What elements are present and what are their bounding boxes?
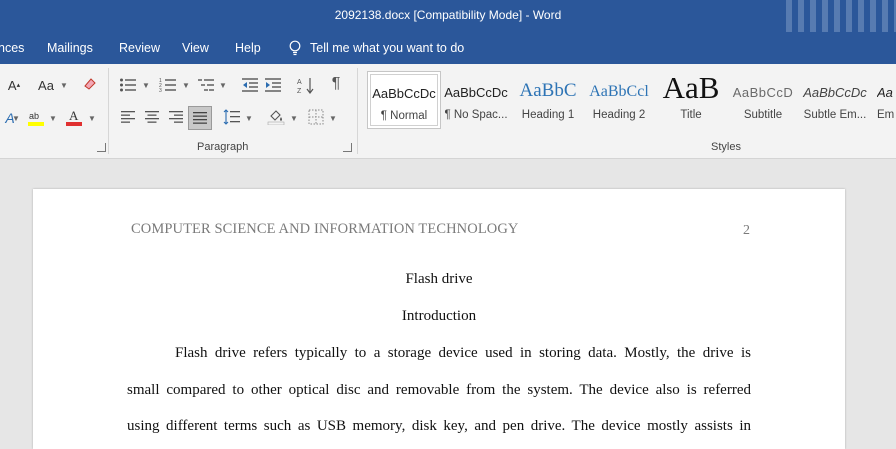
paragraph-group-label: Paragraph xyxy=(197,141,249,153)
body-line: using different terms such as USB memory… xyxy=(127,418,751,434)
multilevel-list-icon[interactable] xyxy=(196,76,216,94)
style-name: ¶ Normal xyxy=(380,110,428,122)
increase-indent-icon[interactable] xyxy=(263,76,283,94)
ribbon-tabs: nces Mailings Review View Help Tell me w… xyxy=(0,32,896,64)
chevron-down-icon[interactable]: ▼ xyxy=(142,81,150,90)
document-area[interactable]: COMPUTER SCIENCE AND INFORMATION TECHNOL… xyxy=(0,159,896,449)
style-name: Title xyxy=(680,109,702,121)
document-page[interactable]: COMPUTER SCIENCE AND INFORMATION TECHNOL… xyxy=(33,189,845,449)
chevron-down-icon[interactable]: ▼ xyxy=(88,114,96,123)
chevron-down-icon[interactable]: ▼ xyxy=(329,114,337,123)
section-heading: Introduction xyxy=(401,308,477,324)
style-preview: AaBbC xyxy=(519,80,577,101)
paragraph-dialog-launcher[interactable] xyxy=(343,143,352,152)
decrease-indent-icon[interactable] xyxy=(240,76,260,94)
chevron-down-icon[interactable]: ▼ xyxy=(12,114,20,123)
style-subtitle[interactable]: AaBbCcD Subtitle xyxy=(727,71,799,127)
align-right-icon[interactable] xyxy=(166,108,186,126)
svg-text:ab: ab xyxy=(29,111,39,121)
lightbulb-icon xyxy=(289,40,301,56)
svg-text:A: A xyxy=(297,79,302,86)
style-preview: AaBbCcl xyxy=(589,83,649,100)
body-line: small compared to other optical disc and… xyxy=(127,382,751,398)
style-subtle-emphasis[interactable]: AaBbCcDc Subtle Em... xyxy=(799,71,871,127)
tell-me-label: Tell me what you want to do xyxy=(310,41,465,55)
page-number: 2 xyxy=(743,223,750,238)
styles-group-label: Styles xyxy=(711,141,741,153)
style-preview: AaBbCcDc xyxy=(444,85,508,100)
chevron-down-icon[interactable]: ▼ xyxy=(245,114,253,123)
style-name: ¶ No Spac... xyxy=(444,109,508,121)
document-title: Flash drive xyxy=(405,271,473,287)
grow-font-button[interactable]: A ▴ xyxy=(4,76,24,94)
style-heading-1[interactable]: AaBbC Heading 1 xyxy=(512,71,584,127)
change-case-button[interactable]: Aa xyxy=(34,76,58,94)
justify-button[interactable] xyxy=(188,106,212,130)
chevron-down-icon[interactable]: ▼ xyxy=(290,114,298,123)
style-heading-2[interactable]: AaBbCcl Heading 2 xyxy=(583,71,655,127)
chevron-down-icon[interactable]: ▼ xyxy=(60,81,68,90)
style-name: Subtitle xyxy=(743,109,783,121)
body-line: Flash drive refers typically to a storag… xyxy=(175,345,751,361)
sort-icon[interactable]: AZ xyxy=(296,76,316,94)
borders-icon[interactable] xyxy=(306,108,326,126)
align-center-icon[interactable] xyxy=(142,108,162,126)
window-title: 2092138.docx [Compatibility Mode] - Word xyxy=(334,8,562,22)
title-bar-pattern xyxy=(786,0,896,32)
style-name: Subtle Em... xyxy=(803,109,867,121)
chevron-down-icon[interactable]: ▼ xyxy=(49,114,57,123)
style-preview: AaBbCcD xyxy=(732,85,794,100)
style-name: Em xyxy=(877,109,895,121)
font-color-button[interactable]: A xyxy=(64,108,84,126)
style-emphasis[interactable]: Aa Em xyxy=(873,71,896,127)
style-name: Heading 1 xyxy=(521,109,575,121)
ribbon: A ▴ Aa ▼ A ▼ ab ▼ A ▼ ▼ 123 ▼ ▼ AZ ¶ ▼ ▼… xyxy=(0,64,896,159)
group-divider xyxy=(108,68,109,154)
style-preview: AaBbCcDc xyxy=(803,85,867,100)
clear-formatting-icon[interactable] xyxy=(80,75,100,93)
tab-review[interactable]: Review xyxy=(119,41,160,55)
svg-text:Z: Z xyxy=(297,88,302,94)
style-no-spacing[interactable]: AaBbCcDc ¶ No Spac... xyxy=(440,71,512,127)
shading-icon[interactable] xyxy=(266,107,286,125)
chevron-down-icon[interactable]: ▼ xyxy=(219,81,227,90)
chevron-down-icon[interactable]: ▼ xyxy=(182,81,190,90)
tab-view[interactable]: View xyxy=(182,41,209,55)
style-preview: AaB xyxy=(662,70,720,105)
style-normal[interactable]: AaBbCcDc ¶ Normal xyxy=(367,71,441,129)
page-header: COMPUTER SCIENCE AND INFORMATION TECHNOL… xyxy=(131,221,519,237)
font-dialog-launcher[interactable] xyxy=(97,143,106,152)
style-name: Heading 2 xyxy=(592,109,646,121)
tab-references[interactable]: nces xyxy=(0,41,24,55)
bullets-icon[interactable] xyxy=(118,76,138,94)
svg-text:3: 3 xyxy=(159,88,162,93)
style-preview: Aa xyxy=(877,85,893,100)
style-title[interactable]: AaB Title xyxy=(655,70,727,127)
align-left-icon[interactable] xyxy=(118,108,138,126)
numbering-icon[interactable]: 123 xyxy=(158,76,178,94)
tell-me-box[interactable]: Tell me what you want to do xyxy=(288,40,464,56)
line-spacing-icon[interactable] xyxy=(222,108,242,126)
tab-mailings[interactable]: Mailings xyxy=(47,41,93,55)
style-preview: AaBbCcDc xyxy=(372,86,436,101)
title-bar: 2092138.docx [Compatibility Mode] - Word xyxy=(0,0,896,32)
svg-text:A: A xyxy=(69,108,79,123)
tab-help[interactable]: Help xyxy=(235,41,261,55)
highlight-color-button[interactable]: ab xyxy=(26,108,46,126)
show-formatting-marks-icon[interactable]: ¶ xyxy=(326,75,346,93)
group-divider xyxy=(357,68,358,154)
